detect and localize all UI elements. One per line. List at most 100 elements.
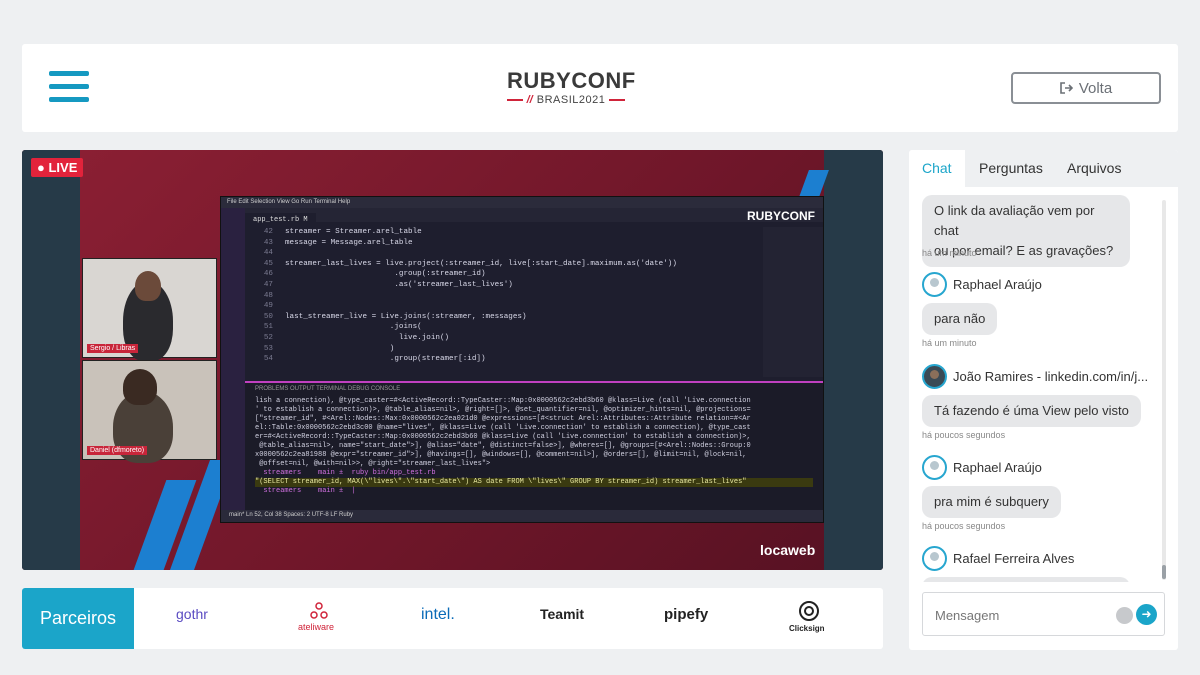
terminal-tabs: PROBLEMS OUTPUT TERMINAL DEBUG CONSOLE xyxy=(255,386,401,392)
chat-tabs: Chat Perguntas Arquivos xyxy=(909,150,1178,187)
partner-intel[interactable]: intel. xyxy=(421,606,455,624)
camera-tile-speaker: Daniel (dfmoreto) xyxy=(82,360,217,463)
tab-arquivos[interactable]: Arquivos xyxy=(1067,150,1121,187)
line-number: 50 xyxy=(263,312,273,321)
sign-out-icon xyxy=(1060,82,1073,94)
chat-message-author: João Ramires - linkedin.com/in/j... xyxy=(922,364,1148,389)
locaweb-logo: locaweb xyxy=(760,542,816,558)
code-line: 50 last_streamer_live = Live.joins(:strea… xyxy=(251,312,755,323)
ide-activity-bar xyxy=(221,208,245,510)
camera-tile-interpreter: Sergio / Libras xyxy=(82,258,217,361)
ide-brand: RUBYCONF xyxy=(747,209,815,223)
partner-gothr[interactable]: gothr xyxy=(176,606,208,622)
line-number: 51 xyxy=(263,323,273,332)
terminal-line: @offset=nil, @with=nil>>, @right="stream… xyxy=(255,460,491,468)
partner-teamit[interactable]: Teamit xyxy=(540,606,584,622)
volta-button[interactable]: Volta xyxy=(1011,72,1161,104)
chat-scrollbar[interactable] xyxy=(1162,200,1166,580)
code-text: live.join() xyxy=(285,333,450,342)
terminal-line: er=#<ActiveRecord::TypeCaster::Map:0x000… xyxy=(255,433,751,441)
line-number: 44 xyxy=(263,249,273,258)
code-line: 42 streamer = Streamer.arel_table xyxy=(251,227,755,238)
code-text: .group(streamer[:id]) xyxy=(285,355,486,364)
line-number: 43 xyxy=(263,238,273,247)
code-line: 48 xyxy=(251,291,755,302)
code-text: streamer_last_lives = live.project(:stre… xyxy=(285,259,677,268)
code-line: 52 live.join() xyxy=(251,333,755,344)
camera-name-tag: Sergio / Libras xyxy=(87,344,139,353)
chat-message-time: há poucos segundos xyxy=(922,430,1006,440)
line-number: 49 xyxy=(263,302,273,311)
line-number: 53 xyxy=(263,344,273,353)
terminal-line: "(SELECT streamer_id, MAX(\"lives\".\"st… xyxy=(255,478,813,487)
live-badge: ● LIVE xyxy=(31,158,84,177)
code-line: 54 .group(streamer[:id]) xyxy=(251,354,755,365)
code-text: .group(:streamer_id) xyxy=(285,270,486,279)
volta-label: Volta xyxy=(1078,79,1113,97)
chat-message-author: Raphael Araújo xyxy=(922,455,1042,480)
code-line: 43 message = Message.arel_table xyxy=(251,238,755,249)
code-line: 45 streamer_last_lives = live.project(:st… xyxy=(251,259,755,270)
code-line: 44 xyxy=(251,248,755,259)
terminal-output: lish a connection), @type_caster=#<Activ… xyxy=(245,395,823,498)
user-avatar-icon xyxy=(922,455,947,480)
message-composer: ➜ xyxy=(922,592,1165,636)
line-number: 47 xyxy=(263,280,273,289)
partner-ateliware[interactable]: ateliware xyxy=(298,622,334,632)
partner-pipefy[interactable]: pipefy xyxy=(664,606,708,623)
chat-message-time: há um minuto xyxy=(922,338,977,348)
code-text: streamer = Streamer.arel_table xyxy=(285,228,422,236)
logo-slash: // xyxy=(526,94,533,106)
tab-chat[interactable]: Chat xyxy=(909,150,965,187)
code-editor-screen: File Edit Selection View Go Run Terminal… xyxy=(220,196,824,523)
terminal-line: streamers main ± | xyxy=(255,487,356,495)
user-avatar-icon xyxy=(922,272,947,297)
ide-code-area: 42 streamer = Streamer.arel_table 43 messag… xyxy=(245,227,755,377)
partner-clicksign[interactable]: Clicksign xyxy=(789,624,825,633)
chat-message-bubble xyxy=(922,577,1130,582)
terminal-line: x0000562c2ea81988 @expr="streamer_id">],… xyxy=(255,451,747,459)
code-text: .as('streamer_last_lives') xyxy=(285,280,513,289)
clicksign-logo-icon xyxy=(799,601,819,621)
chat-message-author: Rafael Ferreira Alves xyxy=(922,546,1074,571)
code-text: .joins( xyxy=(285,323,422,332)
line-number: 52 xyxy=(263,333,273,342)
line-number: 46 xyxy=(263,270,273,279)
chat-message-author: Raphael Araújo xyxy=(922,272,1042,297)
smile-icon[interactable] xyxy=(1116,607,1133,624)
code-text: ) xyxy=(285,344,395,353)
ide-terminal: PROBLEMS OUTPUT TERMINAL DEBUG CONSOLE l… xyxy=(245,381,823,512)
ide-file-tab: app_test.rb M xyxy=(245,213,316,227)
ide-menubar: File Edit Selection View Go Run Terminal… xyxy=(221,197,823,208)
code-line: 51 .joins( xyxy=(251,322,755,333)
rubyconf-logo: RUBYCONF // BRASIL2021 xyxy=(507,68,636,106)
chat-messages: O link da avaliação vem por chat ou por … xyxy=(909,187,1178,582)
line-number: 42 xyxy=(263,228,273,236)
logo-sub-text: BRASIL2021 xyxy=(536,94,606,106)
ide-statusbar: main* Ln 52, Col 38 Spaces: 2 UTF-8 LF R… xyxy=(221,510,823,522)
video-player[interactable]: ● LIVE Sergio / Libras Daniel (dfmoreto)… xyxy=(22,150,883,570)
message-input[interactable] xyxy=(935,605,1105,625)
send-arrow-icon[interactable]: ➜ xyxy=(1136,604,1157,625)
tab-perguntas[interactable]: Perguntas xyxy=(979,150,1043,187)
terminal-line: ["streamer_id", #<Arel::Nodes::Max:0x000… xyxy=(255,415,751,423)
line-number: 48 xyxy=(263,291,273,300)
chat-message-bubble: pra mim é subquery xyxy=(922,486,1061,518)
ateliware-logo-icon xyxy=(310,602,328,619)
code-text: message = Message.arel_table xyxy=(285,238,413,247)
code-line: 47 .as('streamer_last_lives') xyxy=(251,280,755,291)
user-avatar-icon xyxy=(922,364,947,389)
user-avatar-icon xyxy=(922,546,947,571)
logo-main-text: RUBYCONF xyxy=(507,68,636,93)
chat-panel: Chat Perguntas Arquivos O link da avalia… xyxy=(909,150,1178,650)
code-line: 53 ) xyxy=(251,344,755,355)
chat-message-time: há poucos segundos xyxy=(922,521,1006,531)
terminal-line: @table_alias=nil>, name="start_date">], … xyxy=(255,442,751,450)
line-number: 54 xyxy=(263,355,273,364)
partners-bar: Parceiros gothr ateliware intel. Teamit … xyxy=(22,588,883,649)
terminal-line: lish a connection), @type_caster=#<Activ… xyxy=(255,397,751,405)
code-line: 46 .group(:streamer_id) xyxy=(251,269,755,280)
terminal-line: streamers main ± ruby bin/app_test.rb xyxy=(255,469,436,477)
chat-message-bubble: Tá fazendo é úma View pelo visto xyxy=(922,395,1141,427)
hamburger-menu-icon[interactable] xyxy=(49,71,89,105)
